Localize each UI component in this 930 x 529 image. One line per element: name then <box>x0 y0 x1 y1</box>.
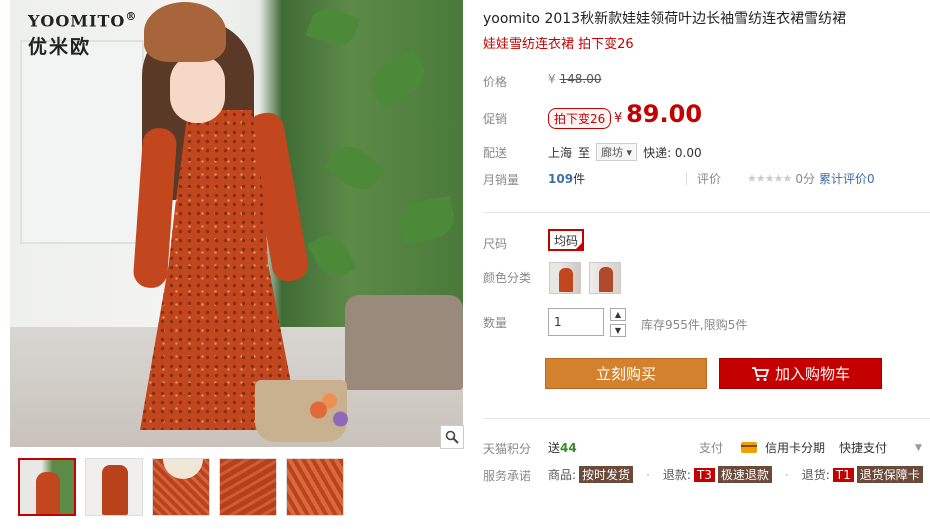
return-code-badge: T1 <box>832 467 854 482</box>
ship-to-word: 至 <box>578 145 591 160</box>
current-price: ¥ 89.00 <box>614 100 702 128</box>
promo-tag: 拍下变26 <box>548 108 612 129</box>
brand-name-cn: 优米欧 <box>28 36 92 59</box>
divider <box>686 172 687 185</box>
sales-label: 月销量 <box>483 173 520 187</box>
color-option-2[interactable] <box>589 262 621 294</box>
refund-label: 退款: <box>662 468 691 482</box>
thumbnail-3[interactable] <box>152 458 210 516</box>
leaf-decoration <box>364 48 432 110</box>
star-rating: ★★★★★ <box>747 172 792 185</box>
rating-info: 评价 ★★★★★ 0分 累计评价0 <box>697 170 875 187</box>
quick-pay-link[interactable]: 快捷支付 <box>839 439 887 456</box>
credit-card-icon <box>741 442 758 453</box>
points-label: 天猫积分 <box>483 442 532 456</box>
return-label: 退货: <box>801 468 830 482</box>
color-label: 颜色分类 <box>483 271 532 285</box>
brand-logo: YOOMITO® 优米欧 <box>28 10 137 59</box>
promo-label: 促销 <box>483 112 508 126</box>
thumbnail-1[interactable] <box>18 458 76 516</box>
on-time-badge[interactable]: 按时发货 <box>579 466 634 483</box>
stock-info: 库存955件,限购5件 <box>641 318 748 332</box>
review-count-link[interactable]: 累计评价0 <box>819 170 875 187</box>
refund-code-badge: T3 <box>693 467 715 482</box>
separator-dot: · <box>646 467 650 482</box>
size-option[interactable]: 均码 <box>548 229 584 251</box>
pay-label: 支付 <box>699 441 724 455</box>
points-prefix: 送 <box>548 441 561 455</box>
sales-count: 109 <box>548 172 574 186</box>
thumbnail-2[interactable] <box>85 458 143 516</box>
leaf-decoration <box>396 195 458 245</box>
add-to-cart-button[interactable]: 加入购物车 <box>719 358 882 389</box>
registered-mark: ® <box>125 10 138 23</box>
separator-dot: · <box>784 467 789 482</box>
original-price-value: 148.00 <box>559 72 602 86</box>
brand-name-en: YOOMITO <box>28 11 126 31</box>
color-option-1[interactable] <box>549 262 581 294</box>
buy-now-button[interactable]: 立刻购买 <box>545 358 707 389</box>
main-product-image[interactable]: YOOMITO® 优米欧 <box>10 0 463 447</box>
size-label: 尺码 <box>483 237 508 251</box>
payment-info: 支付 信用卡分期 快捷支付 ▼ <box>699 439 922 456</box>
promise-label: 服务承诺 <box>483 469 532 483</box>
points-value: 44 <box>560 441 577 455</box>
delivery-label: 配送 <box>483 146 508 160</box>
add-to-cart-label: 加入购物车 <box>774 365 850 383</box>
rating-label: 评价 <box>697 172 722 186</box>
ship-from: 上海 <box>548 145 573 160</box>
delivery-info: 上海 至 廊坊 ▾ 快递: 0.00 <box>548 143 702 161</box>
chevron-down-icon[interactable]: ▼ <box>915 443 922 453</box>
thumbnail-4[interactable] <box>219 458 277 516</box>
flowers <box>302 392 357 437</box>
model-hat <box>144 2 226 62</box>
thumbnail-strip <box>18 458 344 516</box>
product-subtitle: 娃娃雪纺连衣裙 拍下变26 <box>483 37 634 52</box>
section-divider <box>483 212 930 213</box>
quantity-increase-button[interactable]: ▲ <box>610 308 626 321</box>
rating-score: 0分 <box>795 172 815 186</box>
fast-refund-badge[interactable]: 极速退款 <box>717 466 772 483</box>
thumbnail-5[interactable] <box>286 458 344 516</box>
cart-icon <box>751 366 769 381</box>
leaf-decoration <box>305 3 361 51</box>
goods-label: 商品: <box>548 468 577 482</box>
sales-unit: 件 <box>573 172 586 186</box>
leaf-decoration <box>307 228 357 284</box>
section-divider <box>483 418 930 419</box>
currency-symbol: ¥ <box>614 111 623 126</box>
return-guarantee-badge[interactable]: 退货保障卡 <box>856 466 923 483</box>
current-price-value: 89.00 <box>626 100 703 128</box>
background-window <box>20 40 144 244</box>
monthly-sales: 109件 <box>548 170 585 187</box>
points-info: 送44 <box>548 439 577 456</box>
quantity-decrease-button[interactable]: ▼ <box>610 324 626 337</box>
caret-down-icon: ▾ <box>626 146 633 159</box>
price-label: 价格 <box>483 75 508 89</box>
service-promise: 商品: 按时发货 · 退款: T3 极速退款 · 退货: T1 退货保障卡 <box>548 466 923 483</box>
currency-symbol: ¥ <box>548 72 556 86</box>
quantity-label: 数量 <box>483 316 508 330</box>
model-face <box>170 55 225 123</box>
destination-dropdown[interactable]: 廊坊 ▾ <box>596 143 638 161</box>
original-price: ¥ 148.00 <box>548 72 601 86</box>
credit-installment-link[interactable]: 信用卡分期 <box>765 439 825 456</box>
product-title: yoomito 2013秋新款娃娃领荷叶边长袖雪纺连衣裙雪纺裙 <box>483 11 847 27</box>
express-fee: 快递: 0.00 <box>643 145 702 160</box>
quantity-input[interactable] <box>548 308 604 336</box>
leaf-decoration <box>324 138 386 198</box>
background-chair <box>345 295 463 390</box>
destination-value: 廊坊 <box>601 146 624 159</box>
magnifier-icon[interactable] <box>440 425 464 449</box>
